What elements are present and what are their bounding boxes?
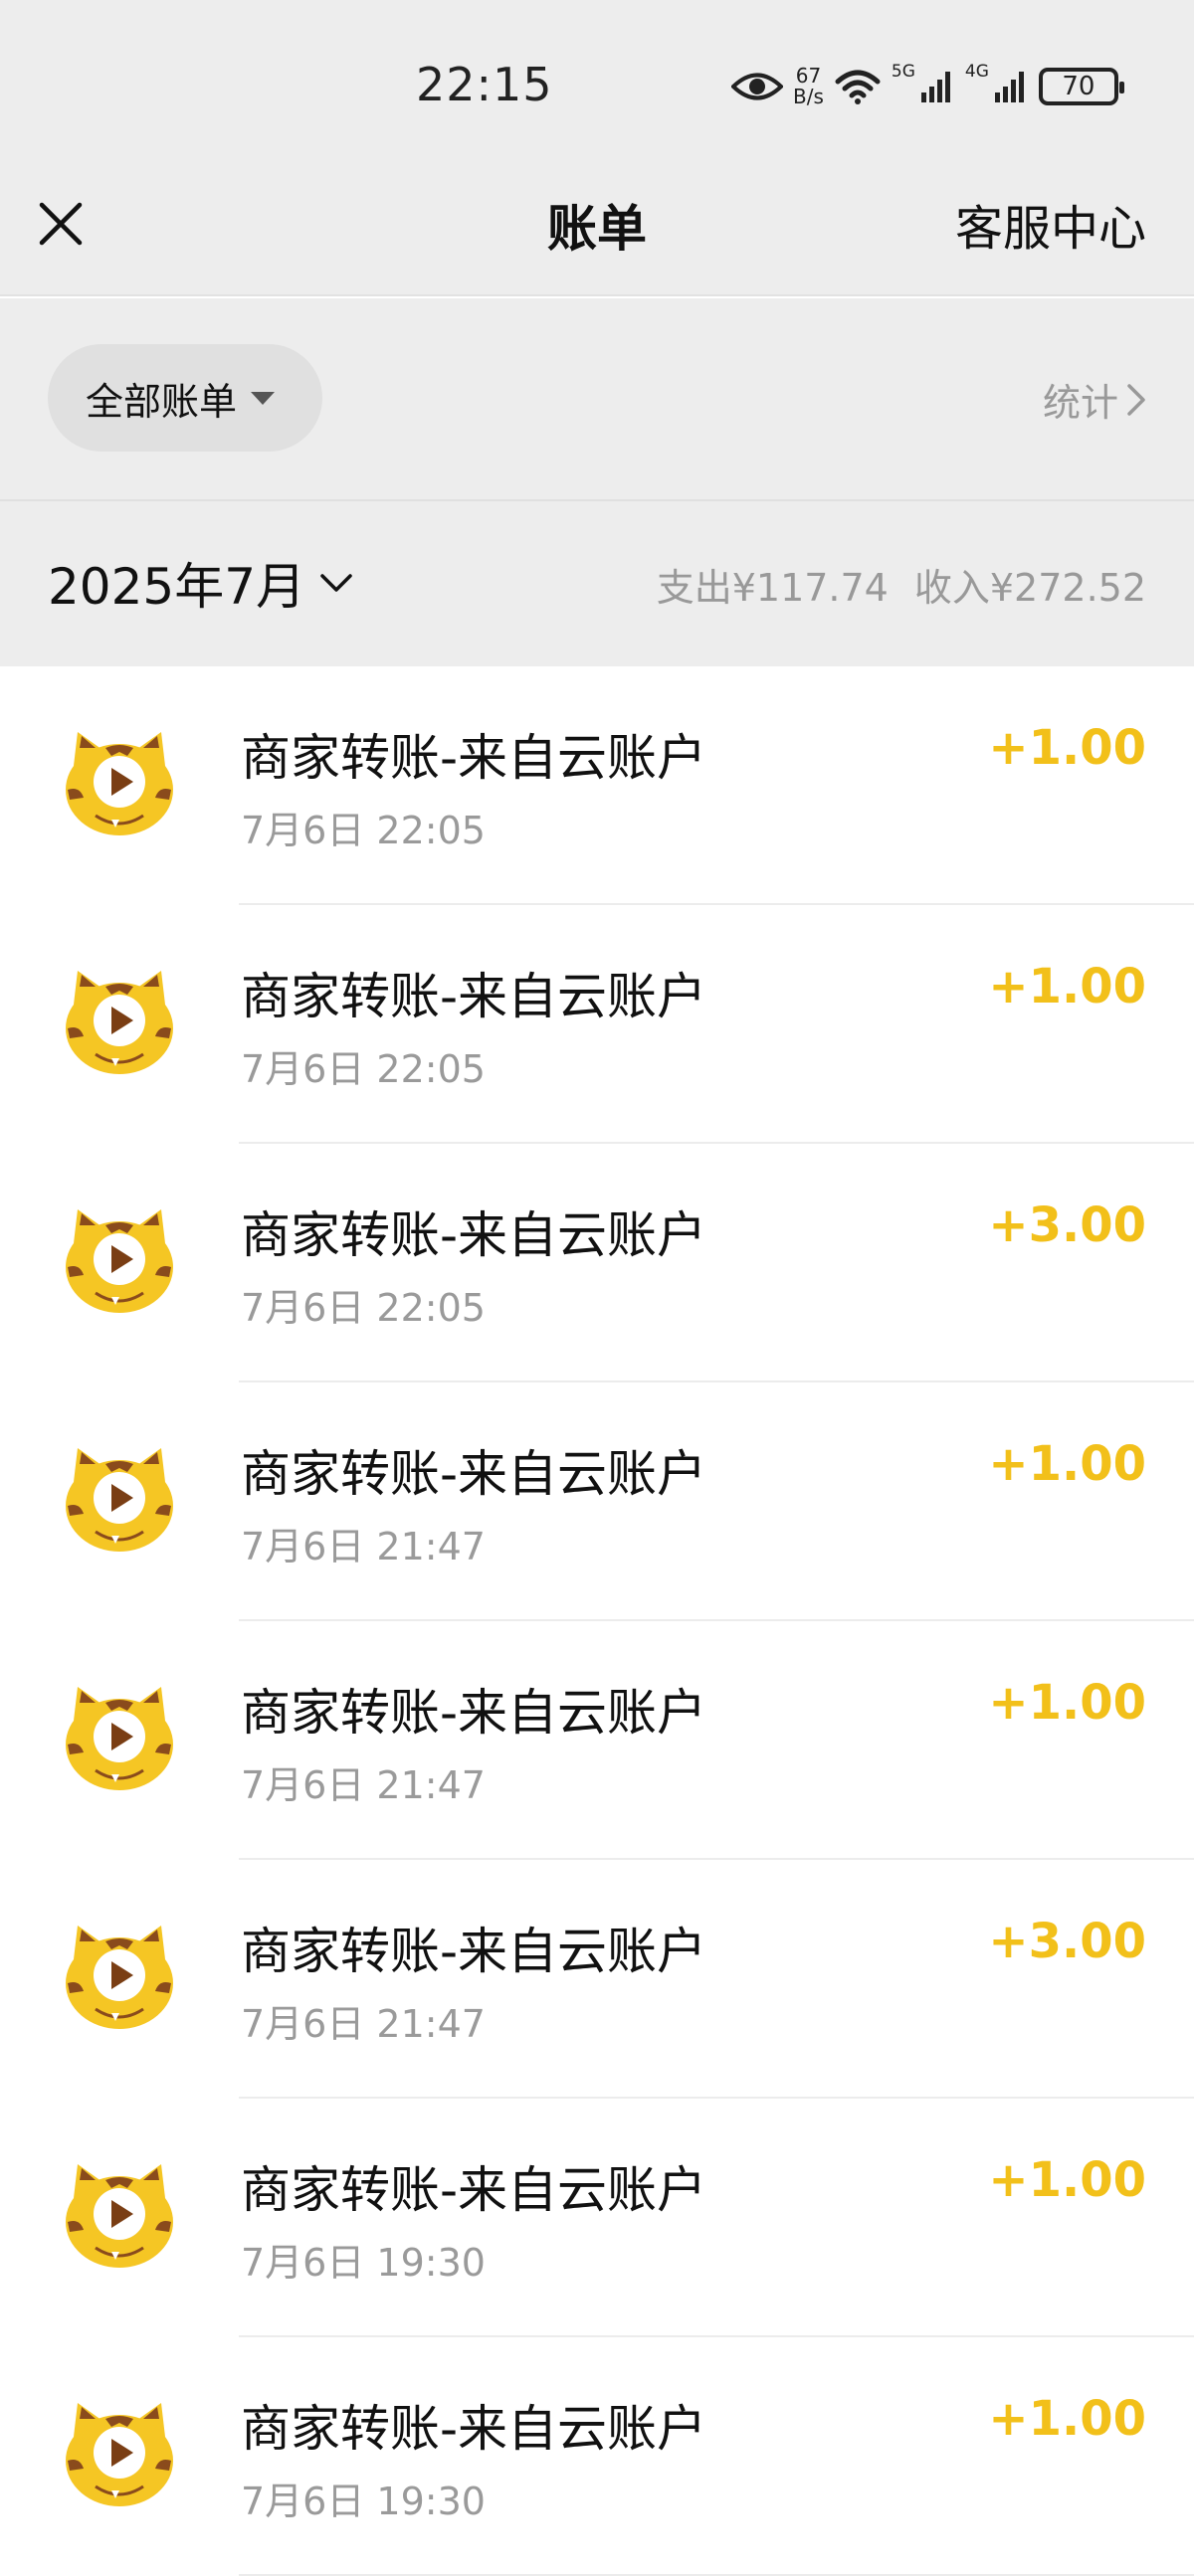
transaction-amount: +3.00	[988, 1197, 1146, 1253]
transaction-time: 7月6日 21:47	[241, 1763, 486, 1807]
network-speed: 67 B/s	[793, 64, 824, 108]
transaction-amount: +1.00	[988, 1675, 1146, 1731]
month-label: 2025年7月	[48, 558, 306, 616]
expense-total: 支出¥117.74	[656, 566, 889, 610]
tiger-mascot-icon	[66, 1209, 173, 1313]
transaction-row[interactable]: 商家转账-来自云账户 7月6日 22:05 +1.00	[0, 905, 1194, 1144]
tiger-mascot-icon	[66, 2164, 173, 2268]
transaction-list: 商家转账-来自云账户 7月6日 22:05 +1.00 商家转账-来自云账户 7…	[0, 666, 1194, 2576]
transaction-row[interactable]: 商家转账-来自云账户 7月6日 21:47 +1.00	[0, 1621, 1194, 1860]
status-time: 22:15	[416, 58, 553, 111]
transaction-amount: +3.00	[988, 1914, 1146, 1969]
transaction-title: 商家转账-来自云账户	[241, 729, 707, 787]
month-summary: 支出¥117.74 收入¥272.52	[657, 557, 1146, 612]
transaction-amount: +1.00	[988, 2152, 1146, 2208]
battery-level: 70	[1062, 72, 1095, 101]
chevron-right-icon	[1127, 383, 1145, 416]
transaction-time: 7月6日 22:05	[241, 809, 486, 852]
battery-icon: 70	[1038, 68, 1124, 105]
transaction-time: 7月6日 19:30	[241, 2241, 486, 2285]
signal-icon	[920, 72, 950, 102]
transaction-time: 7月6日 21:47	[241, 2002, 486, 2046]
wifi-icon	[835, 70, 881, 104]
tiger-mascot-icon	[66, 1687, 173, 1790]
transaction-time: 7月6日 21:47	[241, 1525, 486, 1568]
transaction-amount: +1.00	[988, 959, 1146, 1014]
chevron-down-icon	[320, 574, 352, 592]
month-selector[interactable]: 2025年7月	[48, 547, 353, 619]
transaction-amount: +1.00	[988, 1436, 1146, 1492]
sim1-label: 5G	[891, 62, 915, 82]
transaction-time: 7月6日 22:05	[241, 1286, 486, 1330]
status-icons: 67 B/s 5G 4G 70	[731, 62, 1124, 111]
customer-service-link[interactable]: 客服中心	[955, 189, 1146, 259]
month-header: 2025年7月 支出¥117.74 收入¥272.52	[0, 501, 1194, 666]
transaction-row[interactable]: 商家转账-来自云账户 7月6日 19:30 +1.00	[0, 2099, 1194, 2337]
tiger-mascot-icon	[66, 1448, 173, 1552]
tiger-mascot-icon	[66, 2403, 173, 2506]
tiger-mascot-icon	[66, 971, 173, 1074]
bill-filter-dropdown[interactable]: 全部账单	[48, 344, 322, 452]
transaction-amount: +1.00	[988, 720, 1146, 776]
income-total: 收入¥272.52	[913, 566, 1146, 610]
tiger-mascot-icon	[66, 732, 173, 835]
transaction-row[interactable]: 商家转账-来自云账户 7月6日 21:47 +3.00	[0, 1860, 1194, 2099]
signal-icon	[994, 72, 1024, 102]
transaction-row[interactable]: 商家转账-来自云账户 7月6日 22:05 +1.00	[0, 666, 1194, 905]
eye-icon	[731, 73, 783, 100]
statistics-label: 统计	[1042, 381, 1118, 425]
transaction-title: 商家转账-来自云账户	[241, 1445, 707, 1503]
transaction-title: 商家转账-来自云账户	[241, 968, 707, 1025]
transaction-title: 商家转账-来自云账户	[241, 1923, 707, 1980]
caret-down-icon	[251, 391, 276, 405]
transaction-title: 商家转账-来自云账户	[241, 1684, 707, 1742]
filter-label: 全部账单	[86, 379, 238, 424]
transaction-title: 商家转账-来自云账户	[241, 2161, 707, 2219]
sim2-label: 4G	[964, 62, 989, 82]
transaction-row[interactable]: 商家转账-来自云账户 7月6日 22:05 +3.00	[0, 1144, 1194, 1382]
transaction-row[interactable]: 商家转账-来自云账户 7月6日 19:30 +1.00	[0, 2337, 1194, 2576]
filter-bar: 全部账单 统计	[0, 298, 1194, 501]
transaction-time: 7月6日 19:30	[241, 2480, 486, 2523]
nav-bar: 账单 客服中心	[0, 179, 1194, 296]
statistics-link[interactable]: 统计	[1043, 372, 1146, 427]
status-bar: 22:15 67 B/s 5G 4G 70	[0, 0, 1194, 179]
transaction-time: 7月6日 22:05	[241, 1047, 486, 1091]
transaction-title: 商家转账-来自云账户	[241, 1206, 707, 1264]
tiger-mascot-icon	[66, 1926, 173, 2029]
transaction-amount: +1.00	[988, 2391, 1146, 2447]
transaction-row[interactable]: 商家转账-来自云账户 7月6日 21:47 +1.00	[0, 1382, 1194, 1621]
transaction-title: 商家转账-来自云账户	[241, 2400, 707, 2458]
